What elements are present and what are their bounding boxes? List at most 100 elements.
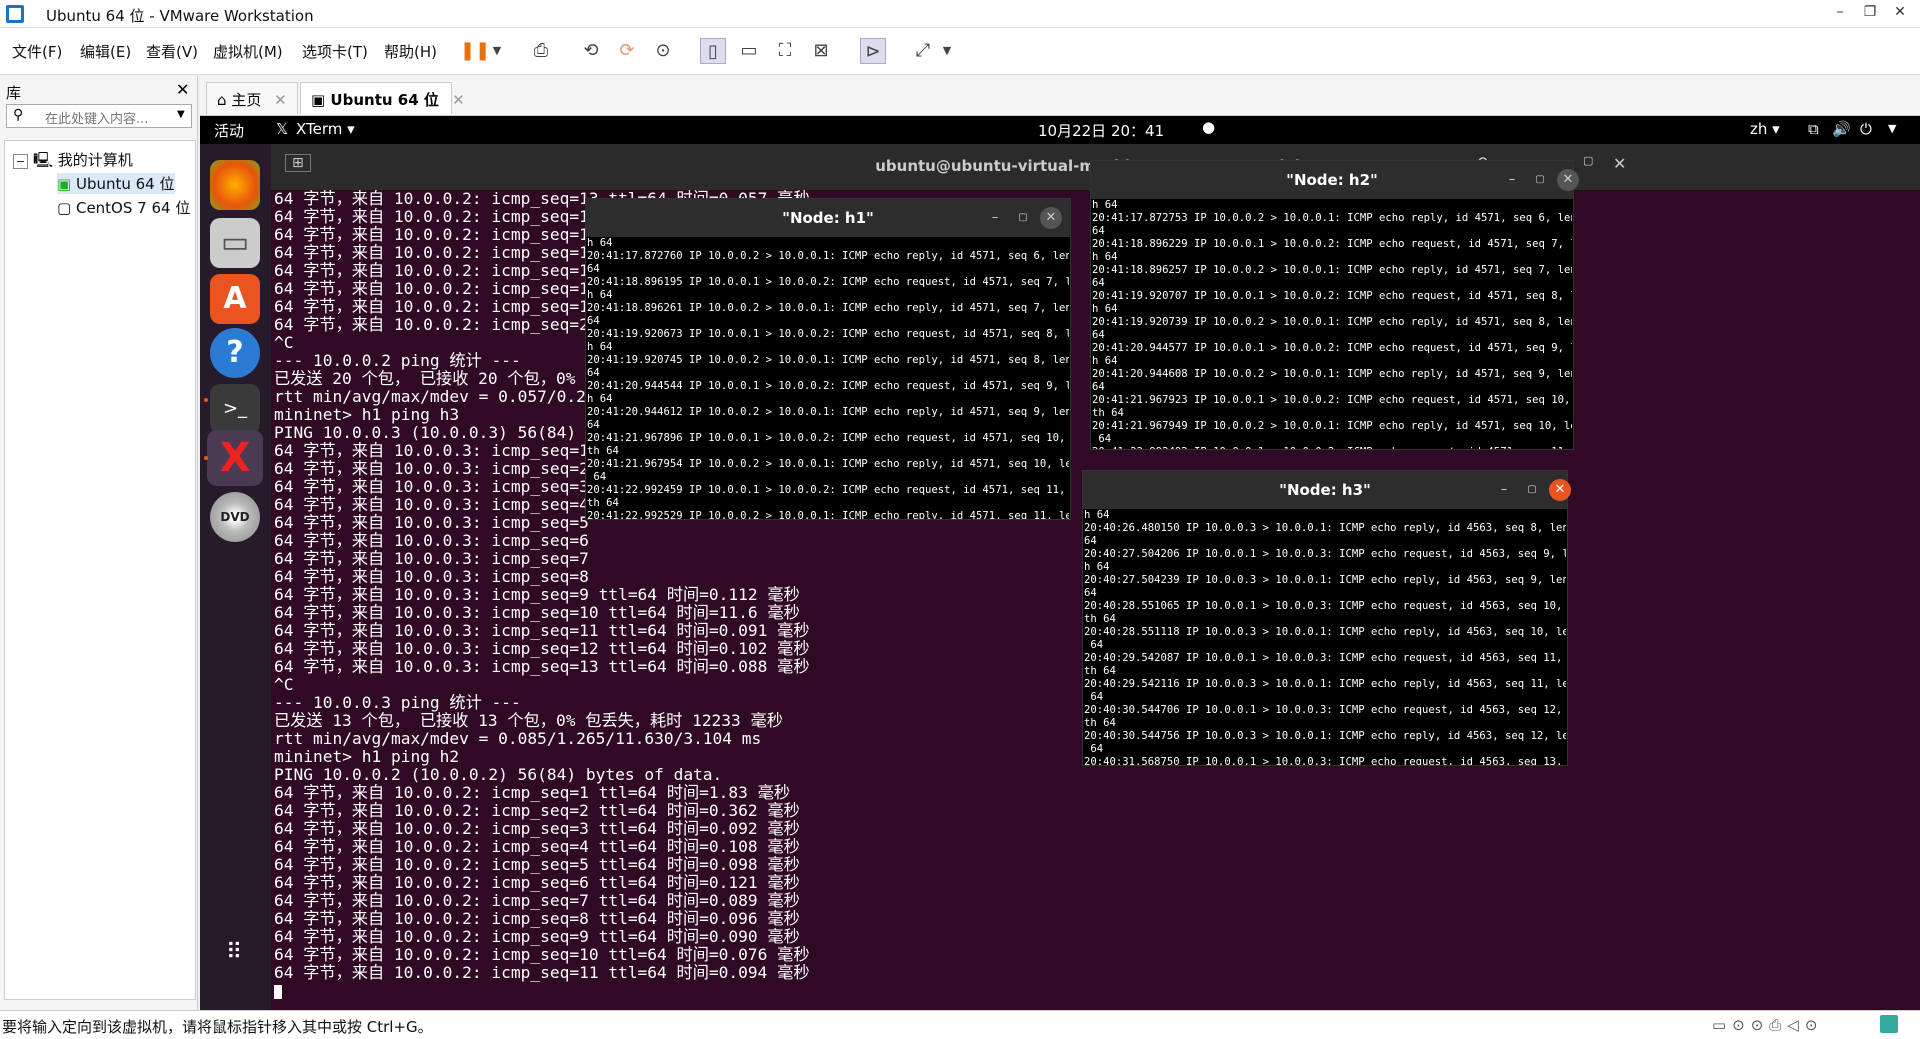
node-h3-window[interactable]: "Node: h3" – ▢ ✕ h 64 20:40:26.480150 IP …	[1082, 470, 1571, 766]
h2-line: h 64	[1092, 199, 1118, 211]
clock[interactable]: 10月22日 20：41	[1038, 120, 1164, 141]
node-h1-window[interactable]: "Node: h1" – ▢ ✕ h 64 20:41:17.872760 IP …	[585, 198, 1071, 520]
files-icon[interactable]: ▭	[210, 218, 260, 268]
help-icon[interactable]: ?	[210, 328, 260, 378]
power-icon[interactable]: ⏻	[1860, 120, 1872, 138]
h2-line: 64	[1092, 329, 1105, 341]
window-title: Ubuntu 64 位 - VMware Workstation	[46, 7, 314, 25]
library-view-icon[interactable]: ▯	[700, 38, 726, 64]
h1-line: 20:41:17.872760 IP 10.0.0.2 > 10.0.0.1: …	[587, 250, 1069, 262]
volume-icon[interactable]: 🔊	[1832, 120, 1851, 138]
restore-button[interactable]: ❐	[1855, 4, 1885, 20]
minimize-icon[interactable]: –	[984, 207, 1006, 229]
close-icon[interactable]: ✕	[1613, 154, 1626, 173]
close-icon[interactable]: ✕	[1557, 169, 1579, 191]
menu-vm[interactable]: 虚拟机(M)	[213, 41, 283, 62]
close-icon[interactable]: ✕	[274, 91, 287, 109]
xterm-line: 64 字节，来自 10.0.0.2: icmp_seq=2 ttl=64 时间=…	[274, 801, 800, 820]
tab-ubuntu[interactable]: ▣ Ubuntu 64 位 ✕	[300, 82, 465, 114]
tab-bar: ⌂ 主页 ✕ ▣ Ubuntu 64 位 ✕	[200, 76, 1920, 116]
h3-line: 20:40:28.551118 IP 10.0.0.3 > 10.0.0.1: …	[1084, 626, 1566, 638]
menu-file[interactable]: 文件(F)	[12, 41, 62, 62]
revert-snapshot-icon[interactable]: ⟳	[614, 38, 640, 64]
vmware-logo-icon	[6, 5, 24, 23]
h2-line: 20:41:17.872753 IP 10.0.0.2 > 10.0.0.1: …	[1092, 212, 1572, 224]
tree-item-centos[interactable]: ▢ CentOS 7 64 位	[57, 197, 190, 218]
h3-line: 20:40:27.504206 IP 10.0.0.1 > 10.0.0.3: …	[1084, 548, 1566, 560]
xterm-line: PING 10.0.0.2 (10.0.0.2) 56(84) bytes of…	[274, 765, 723, 784]
unity-icon[interactable]: ⊠	[808, 38, 834, 64]
h1-line: th 64	[587, 497, 619, 509]
activities-button[interactable]: 活动	[214, 120, 244, 141]
menu-help[interactable]: 帮助(H)	[384, 41, 437, 62]
minimize-icon[interactable]: –	[1501, 169, 1523, 191]
console-view-icon[interactable]: ⊳	[860, 38, 886, 64]
app-menu[interactable]: XTerm ▾	[296, 120, 355, 138]
snapshot-manager-icon[interactable]: ⊙	[650, 38, 676, 64]
input-method[interactable]: zh ▾	[1750, 120, 1780, 138]
dvd-icon[interactable]: DVD	[210, 492, 260, 542]
close-icon[interactable]: ✕	[452, 91, 465, 109]
firefox-icon[interactable]	[210, 160, 260, 210]
menu-tabs[interactable]: 选项卡(T)	[302, 41, 368, 62]
tree-item-label: CentOS 7 64 位	[75, 199, 191, 217]
h1-line: h 64	[587, 341, 613, 353]
tree-item-ubuntu[interactable]: ▣ Ubuntu 64 位	[57, 173, 175, 194]
cursor	[274, 982, 1914, 1000]
library-panel: 库 ✕ ⚲ 在此处键入内容... ▼ − 🖳 我的计算机 ▣ Ubuntu 64…	[0, 76, 198, 1011]
show-apps-icon[interactable]: ⠿	[210, 928, 260, 978]
messages-icon[interactable]	[1880, 1015, 1898, 1033]
h3-line: 20:40:27.504239 IP 10.0.0.3 > 10.0.0.1: …	[1084, 574, 1566, 586]
maximize-icon[interactable]: ▢	[1529, 169, 1551, 191]
h3-line: h 64	[1084, 509, 1110, 521]
maximize-icon[interactable]: ▢	[1521, 479, 1543, 501]
menu-edit[interactable]: 编辑(E)	[80, 41, 131, 62]
stretch-icon[interactable]: ⤢	[910, 38, 936, 64]
chevron-down-icon[interactable]: ▼	[177, 109, 185, 120]
h2-line: h 64	[1092, 303, 1118, 315]
h3-line: h 64	[1084, 561, 1110, 573]
h3-line: 64	[1084, 639, 1104, 651]
xterm-line: 64 字节，来自 10.0.0.2: icmp_seq=8 ttl=64 时间=…	[274, 909, 800, 928]
h3-line: 64	[1084, 743, 1104, 755]
software-center-icon[interactable]: A	[210, 274, 260, 324]
close-icon[interactable]: ✕	[1549, 479, 1571, 501]
h3-line: th 64	[1084, 613, 1116, 625]
close-button[interactable]: ✕	[1885, 4, 1915, 20]
minimize-icon[interactable]: –	[1493, 479, 1515, 501]
library-search-input[interactable]: ⚲ 在此处键入内容... ▼	[6, 104, 192, 128]
xterm-line: 64 字节，来自 10.0.0.2: icmp_seq=1 ttl=64 时间=…	[274, 783, 791, 802]
fullscreen-icon[interactable]: ⛶	[772, 38, 798, 64]
tree-item-label: Ubuntu 64 位	[75, 175, 175, 193]
thumbnail-view-icon[interactable]: ▭	[736, 38, 762, 64]
menu-view[interactable]: 查看(V)	[146, 41, 198, 62]
tree-root[interactable]: − 🖳 我的计算机	[13, 149, 133, 175]
chevron-down-icon[interactable]: ▼	[1888, 122, 1896, 135]
minimize-button[interactable]: –	[1825, 4, 1855, 20]
vm-screen[interactable]: 活动 𝕏 XTerm ▾ 10月22日 20：41 ● zh ▾ ⧉ 🔊 ⏻ ▼…	[200, 116, 1920, 1010]
node-h2-window[interactable]: "Node: h2" – ▢ ✕ h 64 20:41:17.872753 IP …	[1090, 160, 1579, 450]
close-icon[interactable]: ✕	[1040, 207, 1062, 229]
tab-home[interactable]: ⌂ 主页 ✕	[206, 82, 298, 114]
h2-line: 20:41:22.992492 IP 10.0.0.1 > 10.0.0.2: …	[1092, 446, 1572, 449]
device-icons[interactable]: ▭⊙⊙⎙◁⊙	[1712, 1016, 1823, 1034]
home-icon: ⌂	[217, 91, 227, 109]
chevron-down-icon[interactable]: ▼	[484, 38, 510, 64]
terminal-icon[interactable]: >_	[210, 384, 260, 434]
h1-line: 64	[587, 419, 600, 431]
collapse-icon[interactable]: −	[13, 154, 29, 169]
snapshot-icon[interactable]: ⟲	[578, 38, 604, 64]
xterm-icon[interactable]: X	[207, 430, 263, 486]
pause-icon[interactable]: ❚❚	[460, 38, 490, 64]
library-tree: − 🖳 我的计算机 ▣ Ubuntu 64 位 ▢ CentOS 7 64 位	[4, 140, 196, 1000]
maximize-icon[interactable]: ▢	[1012, 207, 1034, 229]
chevron-down-icon[interactable]: ▼	[934, 38, 960, 64]
h1-line: 64	[587, 471, 607, 483]
close-library-icon[interactable]: ✕	[176, 80, 189, 99]
send-ctrl-alt-del-icon[interactable]: ⎙	[528, 38, 554, 64]
h2-line: 64	[1092, 381, 1105, 393]
network-icon[interactable]: ⧉	[1808, 120, 1819, 138]
tab-label: Ubuntu 64 位	[330, 91, 439, 109]
maximize-icon[interactable]: ▢	[1583, 154, 1593, 167]
status-message: 要将输入定向到该虚拟机，请将鼠标指针移入其中或按 Ctrl+G。	[2, 1018, 433, 1036]
